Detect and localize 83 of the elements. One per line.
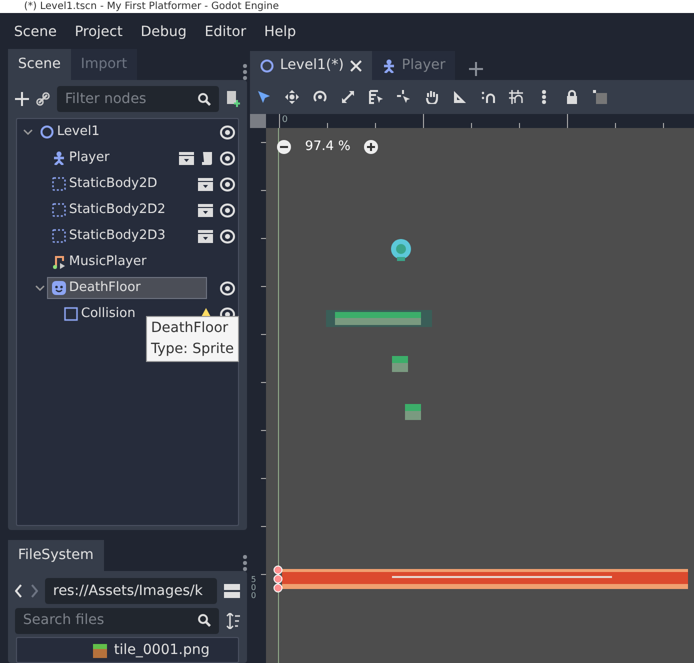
dashed-square-icon: [52, 203, 66, 217]
link-icon[interactable]: [36, 92, 50, 106]
tree-node[interactable]: StaticBody2D: [48, 174, 161, 194]
snap-icon[interactable]: [481, 90, 495, 104]
path-field[interactable]: res://Assets/Images/k: [45, 578, 217, 604]
eye-icon[interactable]: [220, 228, 234, 244]
tree-node[interactable]: StaticBody2D3: [48, 226, 170, 246]
split-view-icon[interactable]: [224, 584, 240, 598]
zoom-in-icon[interactable]: [364, 140, 378, 154]
scale-icon[interactable]: [341, 90, 355, 104]
sort-icon[interactable]: [226, 612, 240, 628]
editor-tab[interactable]: Level1(*): [250, 51, 372, 80]
search-icon: [198, 614, 211, 627]
tile-icon: [93, 644, 107, 658]
list-select-icon[interactable]: [369, 90, 383, 104]
more-icon[interactable]: [243, 555, 247, 571]
player-sprite: [390, 238, 412, 262]
menu-item[interactable]: Editor: [204, 22, 246, 42]
path-text: res://Assets/Images/k: [53, 582, 203, 600]
tree-node[interactable]: MusicPlayer: [48, 252, 150, 272]
eye-icon[interactable]: [220, 202, 234, 218]
script-add-icon[interactable]: [226, 91, 240, 107]
add-icon[interactable]: [469, 62, 484, 76]
close-icon[interactable]: [350, 60, 362, 72]
grid-snap-icon[interactable]: [509, 90, 523, 104]
circle-icon: [40, 125, 54, 139]
tree-node[interactable]: Player: [48, 148, 113, 168]
more-icon[interactable]: [243, 64, 247, 80]
clapper-icon[interactable]: [178, 152, 194, 164]
dock-tab[interactable]: FileSystem: [8, 540, 104, 571]
move-icon[interactable]: [285, 90, 299, 104]
filter-field[interactable]: Filter nodes: [57, 86, 219, 112]
group-icon[interactable]: [593, 90, 607, 104]
figure-icon: [382, 58, 396, 72]
search-field[interactable]: Search files: [15, 608, 219, 634]
menu-item[interactable]: Help: [264, 22, 296, 42]
menu-item[interactable]: Scene: [14, 22, 57, 42]
rotate-icon[interactable]: [313, 90, 327, 104]
back-icon[interactable]: [15, 584, 23, 598]
tree-node[interactable]: DeathFloor: [48, 278, 206, 298]
tree-node[interactable]: Collision: [60, 304, 139, 324]
face-icon: [52, 281, 66, 295]
search-icon: [198, 92, 211, 106]
editor-tab[interactable]: Player: [372, 51, 456, 80]
caret-icon[interactable]: [23, 128, 33, 136]
select-arrow-icon[interactable]: [257, 90, 271, 104]
menu-item[interactable]: Project: [74, 22, 123, 42]
zoom-level: 97.4 %: [305, 138, 350, 156]
handle-points-drawing: [272, 565, 284, 593]
eye-icon[interactable]: [220, 280, 234, 296]
file-item[interactable]: tile_0001.png: [17, 640, 238, 661]
eye-icon[interactable]: [220, 124, 234, 140]
square-icon: [64, 307, 78, 321]
menu-item[interactable]: Debug: [140, 22, 187, 42]
zoom-out-icon[interactable]: [277, 140, 291, 154]
dashed-square-icon: [52, 229, 66, 243]
scroll-icon[interactable]: [200, 150, 212, 166]
pivot-icon[interactable]: [397, 90, 411, 104]
tooltip: DeathFloor Type: Sprite: [146, 316, 239, 362]
dashed-square-icon: [52, 177, 66, 191]
placeholder-text: Filter nodes: [65, 90, 146, 108]
caret-icon[interactable]: [35, 284, 45, 292]
window-title: (*) Level1.tscn - My First Platformer - Godot Engine: [0, 0, 694, 13]
ruler-label: 500: [251, 576, 257, 600]
tree-node[interactable]: StaticBody2D2: [48, 200, 170, 220]
eye-icon[interactable]: [220, 150, 234, 166]
ruler-icon[interactable]: [453, 90, 467, 104]
clapper-icon[interactable]: [198, 178, 212, 190]
eye-icon[interactable]: [220, 176, 234, 192]
tree-node[interactable]: Level1: [36, 122, 104, 142]
hand-icon[interactable]: [425, 90, 439, 104]
ruler-corner: [250, 114, 266, 128]
circle-icon: [260, 58, 274, 72]
block-sprite: [392, 356, 408, 372]
clapper-icon[interactable]: [198, 230, 212, 242]
dock-tab[interactable]: Scene: [8, 49, 71, 80]
lock-icon[interactable]: [565, 90, 579, 104]
block-sprite: [405, 404, 421, 420]
ruler-label: 0: [282, 114, 288, 127]
clapper-icon[interactable]: [198, 204, 212, 216]
placeholder-text: Search files: [23, 611, 104, 630]
music-note-icon: [52, 255, 66, 269]
figure-icon: [52, 151, 66, 165]
